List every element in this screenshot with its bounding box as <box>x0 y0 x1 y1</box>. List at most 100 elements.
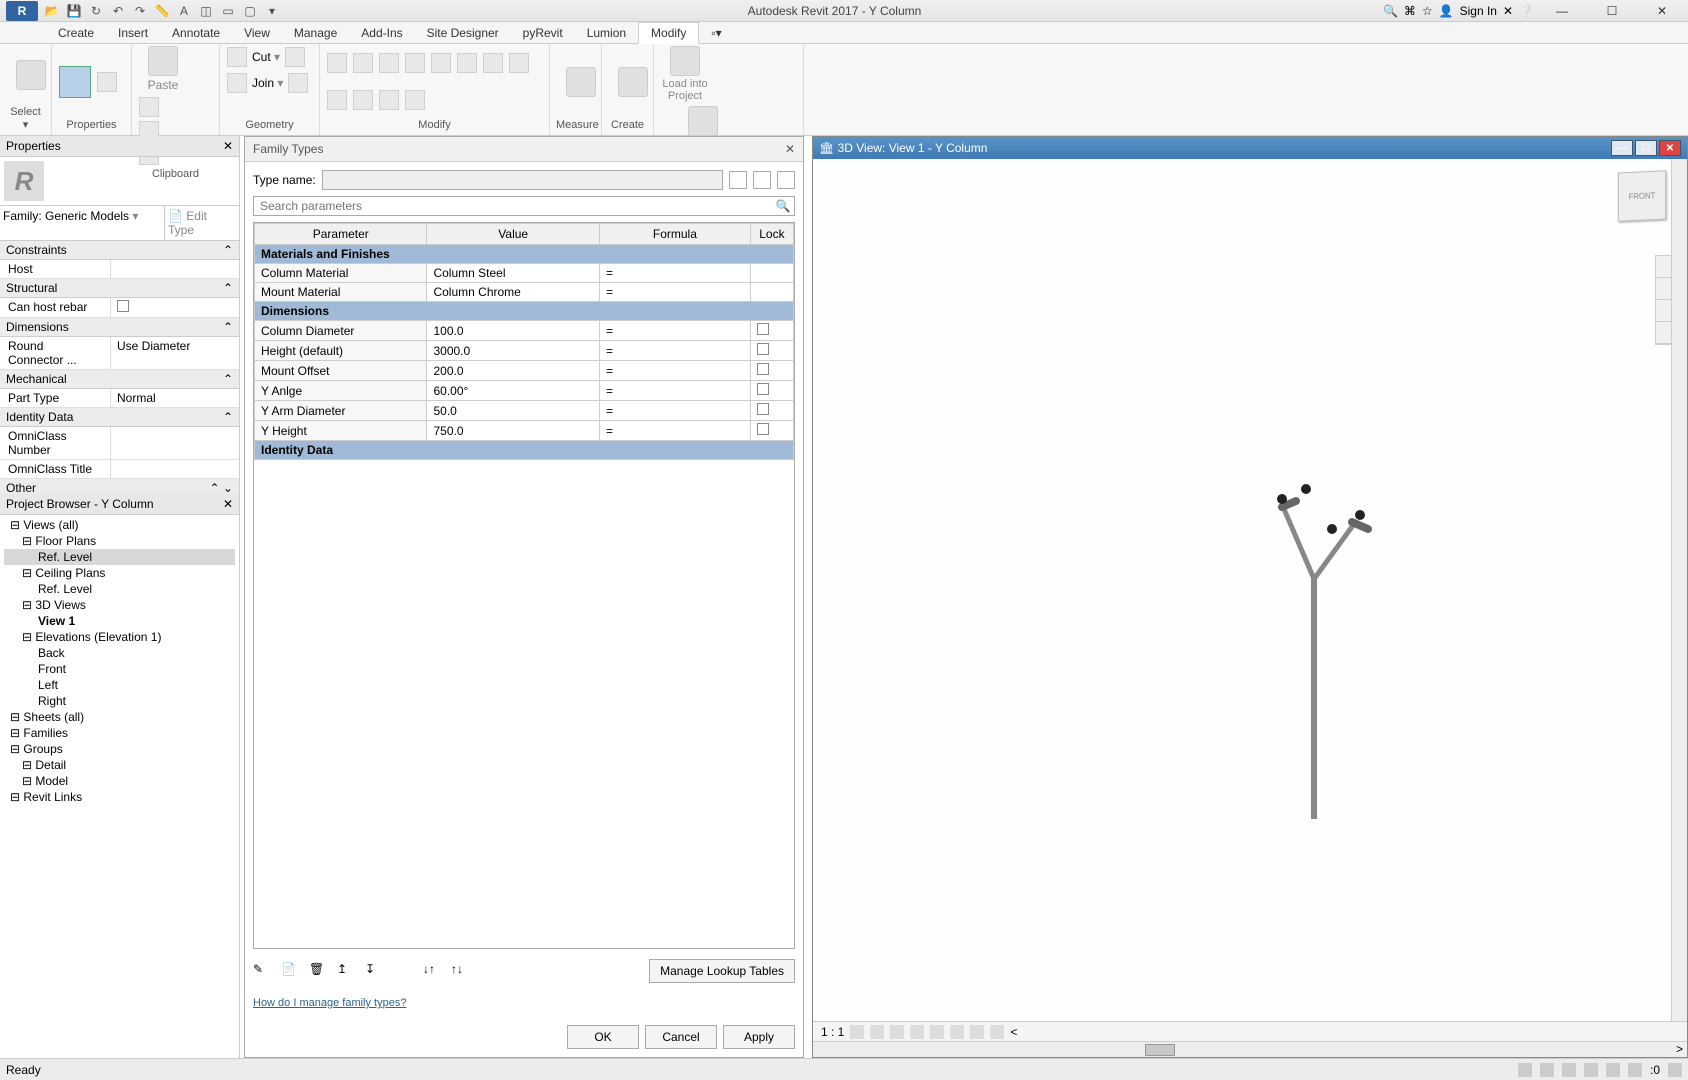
sunpath-icon[interactable] <box>890 1025 904 1039</box>
tree-node[interactable]: Ref. Level <box>4 549 235 565</box>
join-geom-icon[interactable] <box>227 73 247 93</box>
cut-icon[interactable] <box>139 97 159 117</box>
param-value[interactable]: 3000.0 <box>427 341 599 361</box>
properties-icon[interactable] <box>59 66 91 98</box>
text-icon[interactable]: A <box>176 3 192 19</box>
param-lock[interactable] <box>750 361 793 381</box>
param-formula[interactable]: = <box>599 321 750 341</box>
tree-node[interactable]: ⊟ Families <box>4 725 235 741</box>
view-scrollbar-v[interactable] <box>1671 159 1687 1021</box>
movedown-icon[interactable]: ↧ <box>365 962 383 980</box>
status-icon-4[interactable] <box>1584 1063 1598 1077</box>
param-lock[interactable] <box>750 401 793 421</box>
tab-lumion[interactable]: Lumion <box>575 23 638 43</box>
tab-create[interactable]: Create <box>46 23 106 43</box>
browser-close-icon[interactable]: ✕ <box>223 497 233 511</box>
rebar-checkbox[interactable] <box>117 300 129 312</box>
tab-annotate[interactable]: Annotate <box>160 23 232 43</box>
shadow-icon[interactable] <box>910 1025 924 1039</box>
param-formula[interactable]: = <box>599 401 750 421</box>
param-lock[interactable] <box>750 283 793 302</box>
status-icon-1[interactable] <box>1518 1063 1532 1077</box>
cope-icon[interactable] <box>285 47 305 67</box>
tree-node[interactable]: Back <box>4 645 235 661</box>
save-icon[interactable]: 💾 <box>66 3 82 19</box>
3d-canvas[interactable]: FRONT <box>813 159 1687 1021</box>
create-tool[interactable] <box>608 67 658 97</box>
param-value[interactable]: 750.0 <box>427 421 599 441</box>
tree-node[interactable]: ⊟ Elevations (Elevation 1) <box>4 629 235 645</box>
tree-node[interactable]: ⊟ Sheets (all) <box>4 709 235 725</box>
modify-tool[interactable] <box>6 60 56 90</box>
param-formula[interactable]: = <box>599 264 750 283</box>
prop-part-value[interactable]: Normal <box>110 389 239 407</box>
view-cube[interactable]: FRONT <box>1618 170 1666 221</box>
param-formula[interactable]: = <box>599 421 750 441</box>
delete-type-button[interactable] <box>777 171 795 189</box>
status-icon-2[interactable] <box>1540 1063 1554 1077</box>
type-props-icon[interactable] <box>97 72 117 92</box>
new-type-button[interactable] <box>729 171 747 189</box>
user-icon[interactable]: 👤 <box>1439 4 1454 18</box>
join-geom-label[interactable]: Join <box>252 76 283 90</box>
param-group[interactable]: Materials and Finishes <box>255 245 794 264</box>
view-scrollbar-h[interactable]: > <box>813 1041 1687 1057</box>
scale-icon[interactable] <box>327 90 347 110</box>
project-tree[interactable]: ⊟ Views (all)⊟ Floor PlansRef. Level⊟ Ce… <box>0 515 239 1058</box>
dialog-close-icon[interactable]: ✕ <box>785 142 795 156</box>
moveup-icon[interactable]: ↥ <box>337 962 355 980</box>
tab-modify[interactable]: Modify <box>638 22 699 44</box>
param-formula[interactable]: = <box>599 341 750 361</box>
tree-node[interactable]: View 1 <box>4 613 235 629</box>
undo-icon[interactable]: ↶ <box>110 3 126 19</box>
param-lock[interactable] <box>750 381 793 401</box>
switch-win-icon[interactable]: ▾ <box>264 3 280 19</box>
col-lock[interactable]: Lock <box>750 224 793 245</box>
param-value[interactable]: 50.0 <box>427 401 599 421</box>
tree-node[interactable]: ⊟ Views (all) <box>4 517 235 533</box>
tree-node[interactable]: Ref. Level <box>4 581 235 597</box>
tree-node[interactable]: ⊟ Groups <box>4 741 235 757</box>
mirror-icon[interactable] <box>379 53 399 73</box>
param-lock[interactable] <box>750 421 793 441</box>
open-icon[interactable]: 📂 <box>44 3 60 19</box>
tab-addins[interactable]: Add-Ins <box>349 23 414 43</box>
tab-manage[interactable]: Manage <box>282 23 349 43</box>
tree-node[interactable]: ⊟ Model <box>4 773 235 789</box>
tree-node[interactable]: ⊟ Ceiling Plans <box>4 565 235 581</box>
search-parameters-input[interactable] <box>254 197 772 215</box>
dialog-help-link[interactable]: How do I manage family types? <box>253 993 795 1013</box>
status-icon-5[interactable] <box>1606 1063 1620 1077</box>
search-icon[interactable]: 🔍 <box>772 197 794 215</box>
col-value[interactable]: Value <box>427 224 599 245</box>
split-icon[interactable] <box>288 73 308 93</box>
prop-oct-value[interactable] <box>110 460 239 478</box>
render-icon[interactable] <box>930 1025 944 1039</box>
properties-close-icon[interactable]: ✕ <box>223 139 233 153</box>
tab-view[interactable]: View <box>232 23 282 43</box>
view-scale[interactable]: 1 : 1 <box>821 1025 844 1039</box>
exchange-icon[interactable]: ✕ <box>1503 4 1513 18</box>
col-formula[interactable]: Formula <box>599 224 750 245</box>
param-formula[interactable]: = <box>599 381 750 401</box>
lock-icon[interactable] <box>970 1025 984 1039</box>
search-help-icon[interactable]: 🔍 <box>1383 4 1398 18</box>
apply-button[interactable]: Apply <box>723 1025 795 1049</box>
minimize-button[interactable]: — <box>1540 0 1584 22</box>
tree-node[interactable]: Left <box>4 677 235 693</box>
close-hidden-icon[interactable]: ▢ <box>242 3 258 19</box>
3d-icon[interactable]: ◫ <box>198 3 214 19</box>
splitelem-icon[interactable] <box>405 90 425 110</box>
status-icon-3[interactable] <box>1562 1063 1576 1077</box>
param-value[interactable]: 200.0 <box>427 361 599 381</box>
section-icon[interactable]: ▭ <box>220 3 236 19</box>
ok-button[interactable]: OK <box>567 1025 639 1049</box>
param-value[interactable]: 60.00° <box>427 381 599 401</box>
star-icon[interactable]: ☆ <box>1422 4 1433 18</box>
status-filter-icon[interactable] <box>1628 1063 1642 1077</box>
crop-icon[interactable] <box>950 1025 964 1039</box>
sort-asc-icon[interactable]: ↓↑ <box>423 962 441 980</box>
move-icon[interactable] <box>405 53 425 73</box>
param-lock[interactable] <box>750 321 793 341</box>
help-icon[interactable]: ❔ <box>1519 4 1534 18</box>
